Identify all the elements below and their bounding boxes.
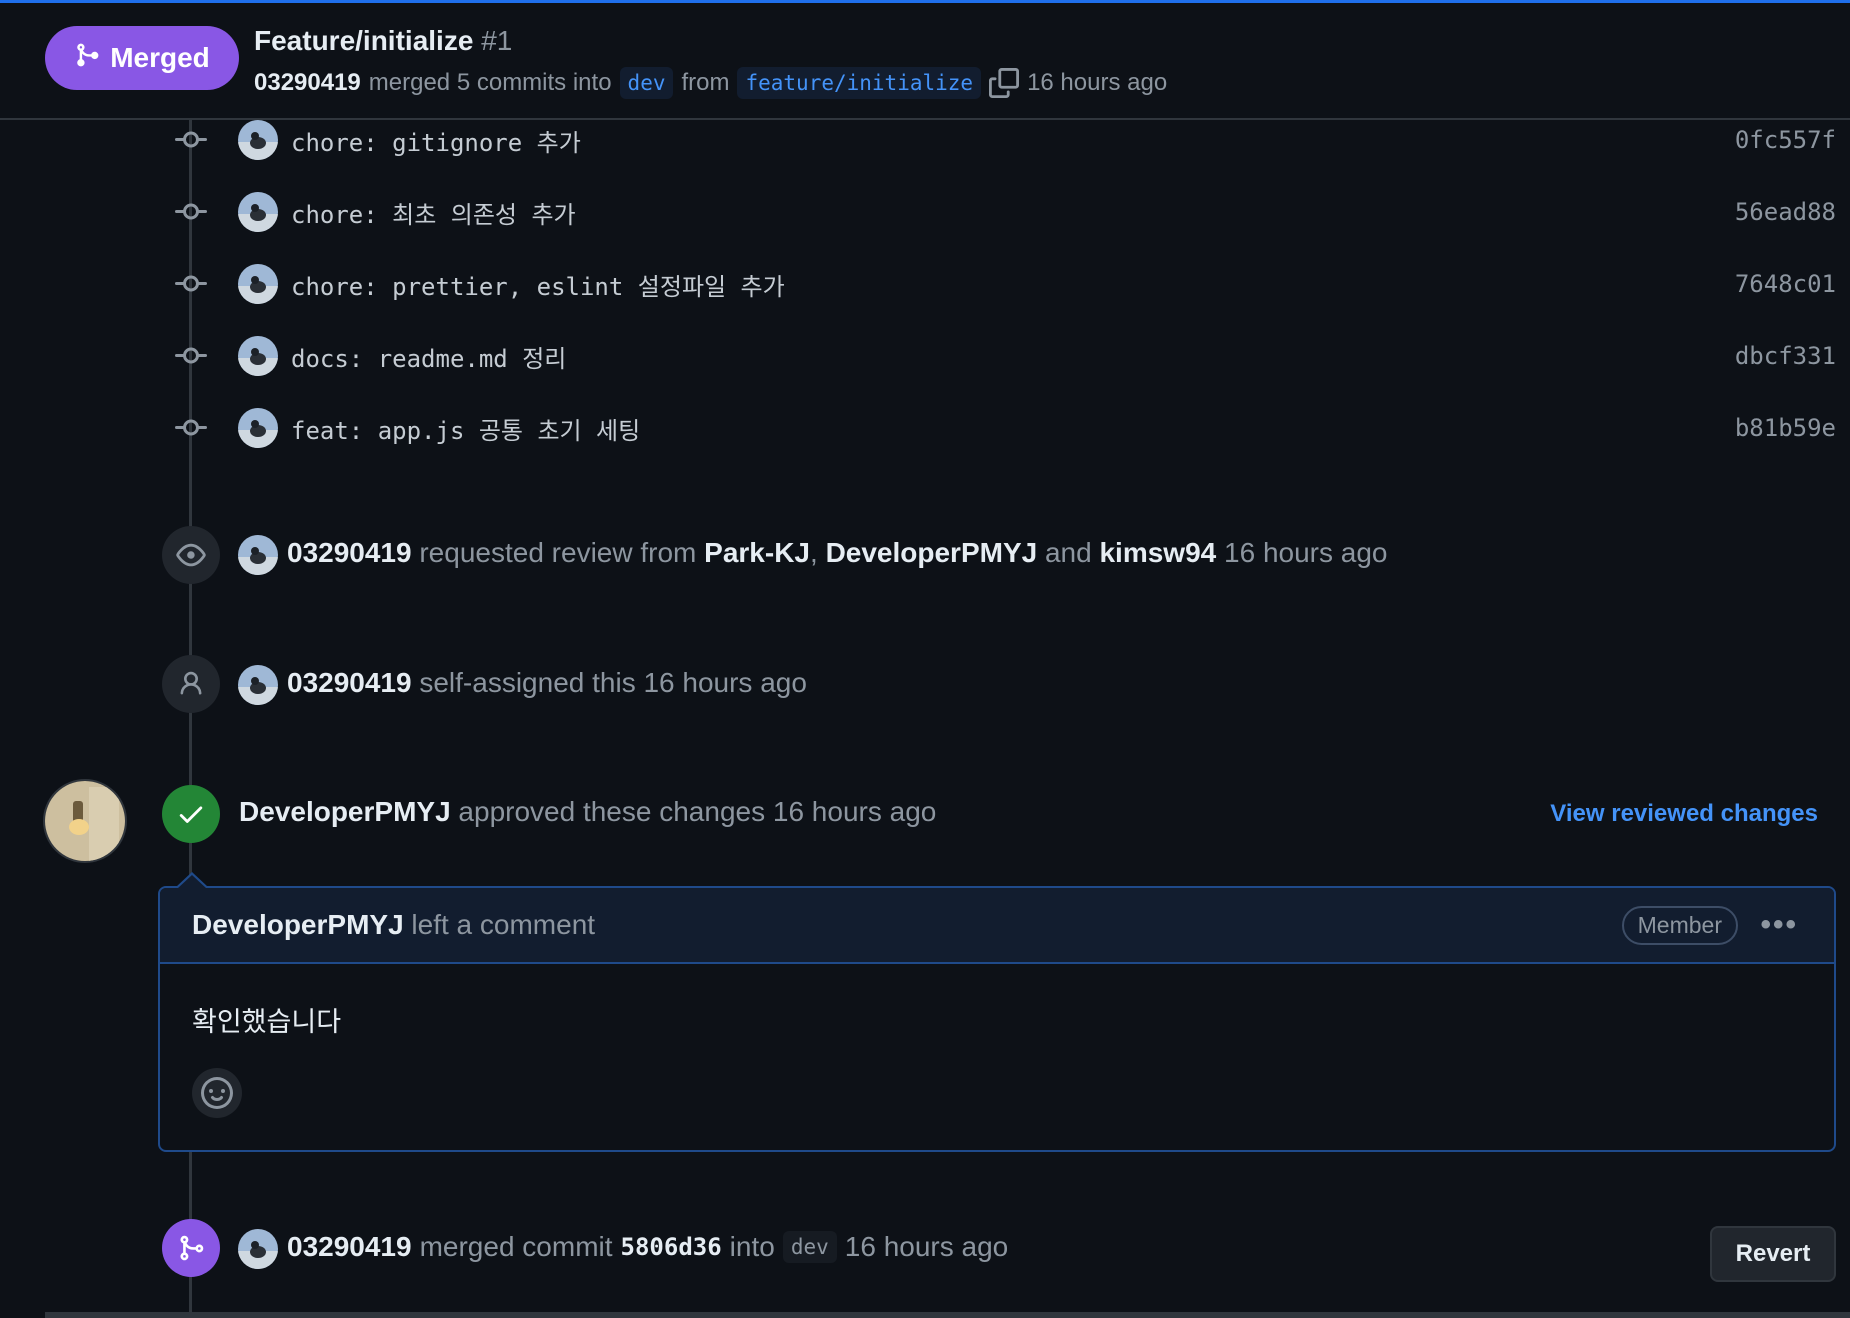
smiley-icon[interactable] [192,1068,242,1118]
commit-row: chore: 최초 의존성 추가 56ead88 [0,182,1850,242]
view-reviewed-changes-link[interactable]: View reviewed changes [1550,800,1818,828]
merged-status-label: Merged [110,42,210,73]
event-text: self-assigned this 16 hours ago [419,667,807,698]
pr-meta-line: 03290419 merged 5 commits into dev from … [254,67,1167,99]
kebab-icon[interactable]: ••• [1760,908,1798,942]
commit-message-link[interactable]: docs: readme.md 정리 [291,339,566,374]
pr-merged-text: merged 5 commits into [368,69,612,96]
base-branch-link[interactable]: dev [619,67,674,99]
git-commit-icon [173,194,209,230]
git-commit-icon [173,410,209,446]
pr-title-text: Feature/initialize [254,25,474,56]
review-request-event: 03290419 requested review from Park-KJ, … [0,525,1850,585]
avatar[interactable] [238,535,278,575]
self-assign-event: 03290419 self-assigned this 16 hours ago [0,655,1850,715]
event-text: requested review from [419,537,697,568]
reviewer-link[interactable]: Park-KJ [704,537,810,568]
reviewer-name-link[interactable]: DeveloperPMYJ [239,796,451,827]
merge-commit-sha-link[interactable]: 5806d36 [621,1233,722,1261]
comment-caret-inner [178,875,206,888]
reviewer-avatar[interactable] [43,779,127,863]
person-icon [162,655,220,713]
event-time: 16 hours ago [1224,537,1388,568]
comment-author-line: DeveloperPMYJ left a comment [192,909,595,941]
avatar[interactable] [238,408,278,448]
eye-icon [162,526,220,584]
avatar[interactable] [238,665,278,705]
commit-row: feat: app.js 공통 초기 세팅 b81b59e [0,398,1850,458]
pr-sticky-header: Merged Feature/initialize #1 03290419 me… [0,0,1850,120]
avatar[interactable] [238,1229,278,1269]
member-badge: Member [1621,905,1738,945]
check-icon [162,785,220,843]
commit-sha-link[interactable]: b81b59e [1735,414,1836,442]
commit-sha-link[interactable]: 56ead88 [1735,198,1836,226]
pr-from-text: from [681,69,730,96]
comment-header: DeveloperPMYJ left a comment Member ••• [160,888,1834,964]
event-text: approved these changes 16 hours ago [458,796,937,827]
git-merge-icon [74,42,100,75]
commit-message-link[interactable]: feat: app.js 공통 초기 세팅 [291,411,640,446]
pr-time: 16 hours ago [1027,69,1168,96]
review-comment: DeveloperPMYJ left a comment Member ••• … [158,886,1836,1152]
pr-number: #1 [481,25,513,56]
git-commit-icon [173,266,209,302]
avatar[interactable] [238,336,278,376]
review-request-text: 03290419 requested review from Park-KJ, … [287,537,1387,569]
avatar[interactable] [238,192,278,232]
bottom-divider [45,1312,1850,1318]
base-branch-link[interactable]: dev [782,1231,837,1263]
approval-text: DeveloperPMYJ approved these changes 16 … [239,796,936,828]
git-merge-icon [162,1219,220,1277]
commit-message-link[interactable]: chore: gitignore 추가 [291,123,581,158]
merge-event-text: 03290419 merged commit 5806d36 into dev … [287,1231,1008,1263]
head-branch-link[interactable]: feature/initialize [737,67,982,99]
comment-action: left a comment [411,909,596,940]
into-text: into [729,1231,775,1262]
actor-link[interactable]: 03290419 [287,1231,412,1263]
comment-author-link[interactable]: DeveloperPMYJ [192,909,404,940]
commit-sha-link[interactable]: dbcf331 [1735,342,1836,370]
commit-sha-link[interactable]: 0fc557f [1735,126,1836,154]
and-text: and [1044,537,1092,568]
git-commit-icon [173,338,209,374]
pr-author-link[interactable]: 03290419 [254,69,361,97]
event-text: merged commit [419,1231,613,1262]
merged-status-badge: Merged [45,26,239,90]
git-commit-icon [173,122,209,158]
reviewer-link[interactable]: DeveloperPMYJ [826,537,1038,568]
revert-button[interactable]: Revert [1710,1226,1836,1282]
commit-row: chore: prettier, eslint 설정파일 추가 7648c01 [0,254,1850,314]
event-time: 16 hours ago [844,1231,1009,1262]
copy-icon[interactable] [989,68,1020,98]
actor-link[interactable]: 03290419 [287,667,412,698]
commit-row: docs: readme.md 정리 dbcf331 [0,326,1850,386]
comment-body: 확인했습니다 [192,1007,342,1037]
reviewer-link[interactable]: kimsw94 [1099,537,1216,568]
separator: , [810,537,818,568]
self-assign-text: 03290419 self-assigned this 16 hours ago [287,667,807,699]
commit-message-link[interactable]: chore: prettier, eslint 설정파일 추가 [291,267,785,302]
commit-message-link[interactable]: chore: 최초 의존성 추가 [291,195,576,230]
page-title: Feature/initialize #1 [254,25,512,57]
commit-sha-link[interactable]: 7648c01 [1735,270,1836,298]
actor-link[interactable]: 03290419 [287,537,412,568]
avatar[interactable] [238,264,278,304]
avatar[interactable] [238,120,278,160]
